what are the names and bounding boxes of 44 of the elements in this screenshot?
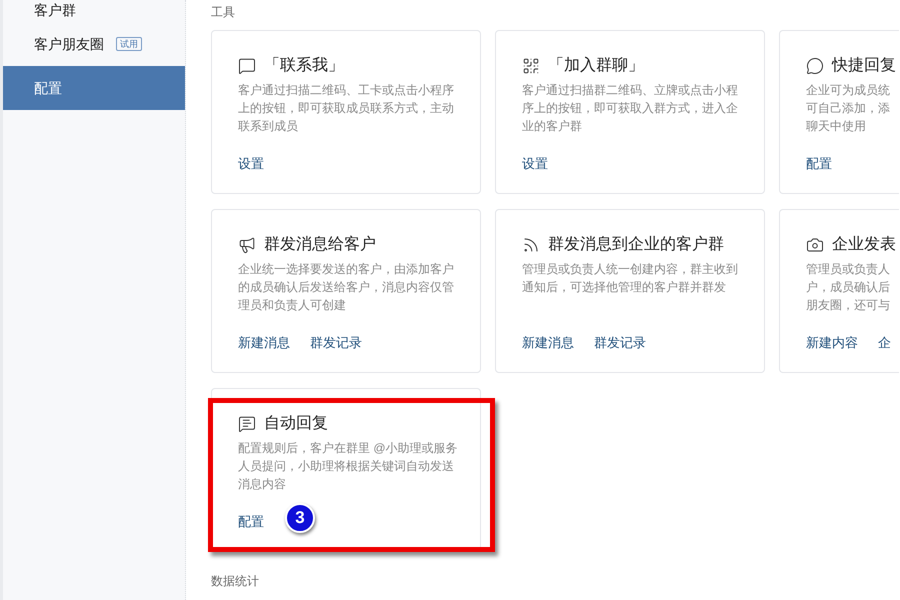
card-description: 客户通过扫描群二维码、立牌或点击小程序上的按钮，即可获取入群方式，进入企业的客户群 [522, 82, 739, 135]
card-title: 「联系我」 [264, 56, 344, 76]
signal-waves-icon [522, 236, 540, 254]
card-title: 企业发表 [832, 234, 896, 255]
trial-badge: 试用 [116, 37, 142, 51]
card-link[interactable]: 配置 [806, 154, 832, 174]
card-description: 配置规则后，客户在群里 @小助理或服务人员提问，小助理将根据关键词自动发送消息内容 [238, 440, 459, 493]
camera-icon [806, 236, 824, 254]
sidebar-item[interactable]: 客户朋友圈 试用 [3, 22, 185, 66]
sidebar-label: 配置 [34, 78, 62, 98]
sidebar-label: 客户群 [34, 1, 76, 20]
megaphone-icon [238, 236, 256, 254]
card-description: 管理员或负责人统一创建内容，群主收到通知后，可选择他管理的客户群并群发 [522, 261, 739, 296]
card-description-line: 朋友圈，还可与 [806, 297, 891, 314]
card-link[interactable]: 设置 [238, 154, 264, 174]
section-heading: 工具 [211, 4, 236, 21]
card-title: 群发消息给客户 [264, 234, 376, 255]
card-link[interactable]: 新建消息 [522, 333, 574, 352]
card-description-line: 可自己添加，添 [806, 100, 891, 117]
section-heading: 数据统计 [211, 573, 259, 590]
card-description-line: 管理员或负责人 [806, 261, 891, 278]
card-link[interactable]: 群发记录 [310, 333, 362, 352]
chat-bubble-icon [238, 57, 256, 75]
card-link[interactable]: 新建内容 [806, 333, 858, 352]
card-description: 企业统一选择要发送的客户，由添加客户的成员确认后发送给客户，消息内容仅管理员和负责人可创建 [238, 261, 455, 314]
card-description-line: 企业可为成员统 [806, 82, 891, 99]
card-link[interactable]: 群发记录 [594, 333, 646, 352]
qr-code-icon [522, 57, 540, 75]
message-lines-icon [238, 415, 256, 433]
sidebar-label: 客户朋友圈 [34, 34, 104, 54]
card-link[interactable]: 新建消息 [238, 333, 290, 352]
sidebar-item[interactable]: 配置 [3, 66, 185, 110]
card-title: 「加入群聊」 [548, 56, 644, 76]
card-title: 自动回复 [264, 414, 328, 434]
sidebar-item[interactable]: 客户群 [3, 0, 185, 22]
card-description: 客户通过扫描二维码、工卡或点击小程序上的按钮，即可获取成员联系方式，主动联系到成员 [238, 82, 455, 135]
card-link[interactable]: 设置 [522, 154, 548, 174]
card-link[interactable]: 配置 [238, 512, 264, 532]
card-description-line: 户，成员确认后 [806, 279, 891, 296]
card-title: 群发消息到企业的客户群 [548, 234, 724, 255]
step-marker: 3 [285, 503, 315, 533]
card-link[interactable]: 企 [878, 333, 891, 352]
card-description-line: 聊天中使用 [806, 118, 867, 135]
card-title: 快捷回复 [832, 56, 896, 76]
